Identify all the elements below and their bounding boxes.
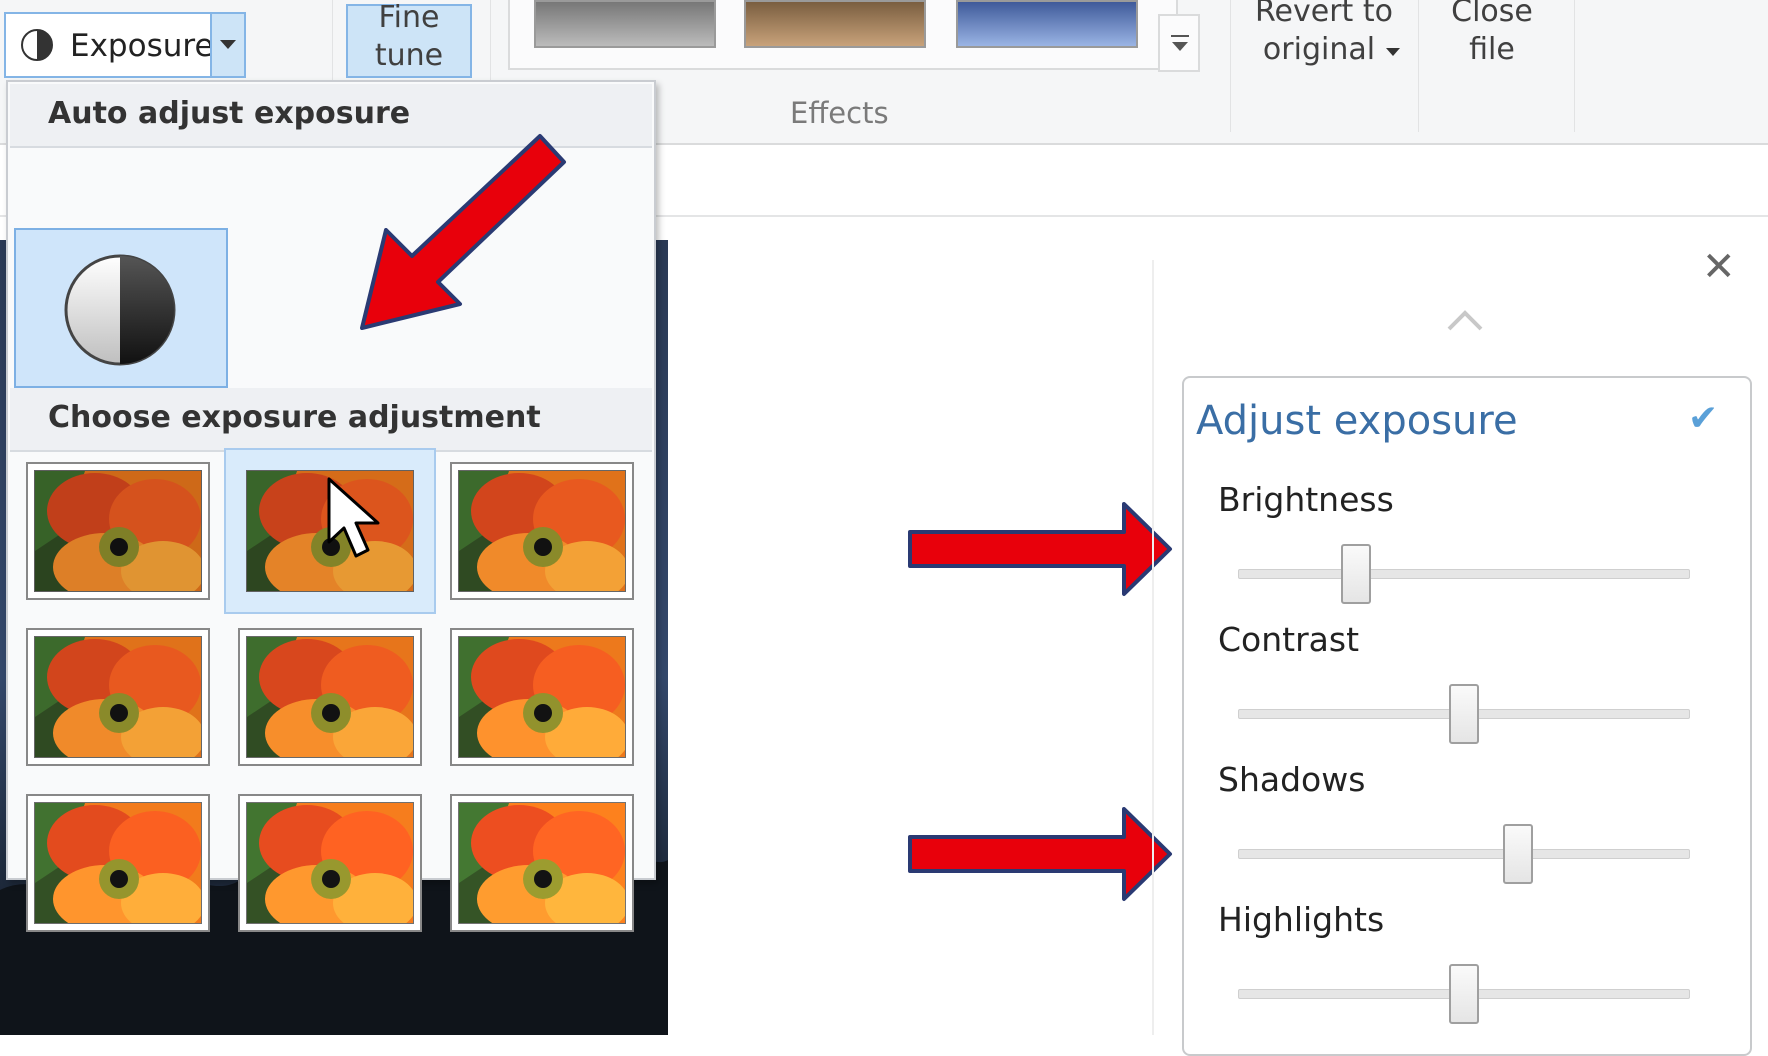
exposure-preset-1[interactable] (26, 462, 210, 600)
close-line1: Close (1451, 0, 1533, 29)
slider-label-highlights: Highlights (1218, 900, 1385, 939)
fine-tune-line1: Fine (378, 0, 440, 35)
revert-line1: Revert to (1255, 0, 1393, 29)
chevron-down-icon (1386, 48, 1400, 56)
gallery-expand-icon (1171, 35, 1189, 51)
shadows-slider-track[interactable] (1238, 849, 1690, 859)
exposure-label: Exposure (70, 28, 214, 64)
flower-thumbnail (458, 802, 626, 924)
revert-line2: original (1262, 32, 1376, 67)
exposure-preset-7[interactable] (26, 794, 210, 932)
fine-tune-button[interactable]: Fine tune (346, 0, 472, 78)
flower-thumbnail (34, 802, 202, 924)
exposure-preset-6[interactable] (450, 628, 634, 766)
exposure-dropdown-button[interactable] (210, 12, 246, 78)
slider-label-shadows: Shadows (1218, 760, 1366, 799)
gallery-more-button[interactable] (1158, 14, 1200, 72)
slider-label-brightness: Brightness (1218, 480, 1394, 519)
effect-thumbnail-cyanotype[interactable] (956, 0, 1138, 48)
auto-adjust-heading-text: Auto adjust exposure (48, 96, 411, 131)
pane-divider (1152, 260, 1154, 1035)
annotation-arrow-shadows (908, 807, 1172, 901)
half-circle-icon (64, 254, 176, 366)
flower-thumbnail (34, 470, 202, 592)
chevron-down-icon (220, 40, 236, 49)
choose-exposure-heading-text: Choose exposure adjustment (48, 400, 541, 435)
flower-thumbnail (458, 636, 626, 758)
slider-label-contrast: Contrast (1218, 620, 1360, 659)
auto-adjust-exposure-button[interactable] (14, 228, 228, 388)
chevron-up-icon[interactable] (1445, 305, 1485, 335)
checkmark-icon: ✔ (1688, 398, 1719, 439)
flower-thumbnail (246, 802, 414, 924)
effects-gallery[interactable] (508, 0, 1178, 70)
choose-exposure-heading: Choose exposure adjustment (10, 388, 652, 452)
brightness-slider-track[interactable] (1238, 569, 1690, 579)
contrast-slider-thumb[interactable] (1449, 684, 1479, 744)
shadows-slider-thumb[interactable] (1503, 824, 1534, 884)
close-line2: file (1469, 32, 1515, 67)
effect-thumbnail-grayscale[interactable] (534, 0, 716, 48)
exposure-preset-8[interactable] (238, 794, 422, 932)
effects-group-label: Effects (790, 96, 889, 130)
exposure-preset-3[interactable] (450, 462, 634, 600)
exposure-preset-4[interactable] (26, 628, 210, 766)
annotation-arrow-diagonal (360, 134, 566, 330)
close-icon[interactable]: ✕ (1702, 244, 1736, 290)
mouse-cursor (327, 477, 380, 558)
flower-thumbnail (34, 636, 202, 758)
highlights-slider-thumb[interactable] (1449, 964, 1479, 1024)
adjust-exposure-title[interactable]: Adjust exposure (1196, 398, 1518, 444)
exposure-preset-5[interactable] (238, 628, 422, 766)
flower-thumbnail (458, 470, 626, 592)
exposure-preset-9[interactable] (450, 794, 634, 932)
fine-tune-line2: tune (374, 38, 444, 73)
revert-to-original-button[interactable]: Revert to original (1244, 0, 1404, 80)
flower-thumbnail (246, 636, 414, 758)
effect-thumbnail-sepia[interactable] (744, 0, 926, 48)
exposure-icon (21, 29, 53, 61)
annotation-arrow-brightness (908, 502, 1172, 596)
brightness-slider-thumb[interactable] (1340, 544, 1371, 604)
close-file-button[interactable]: Close file (1432, 0, 1552, 80)
